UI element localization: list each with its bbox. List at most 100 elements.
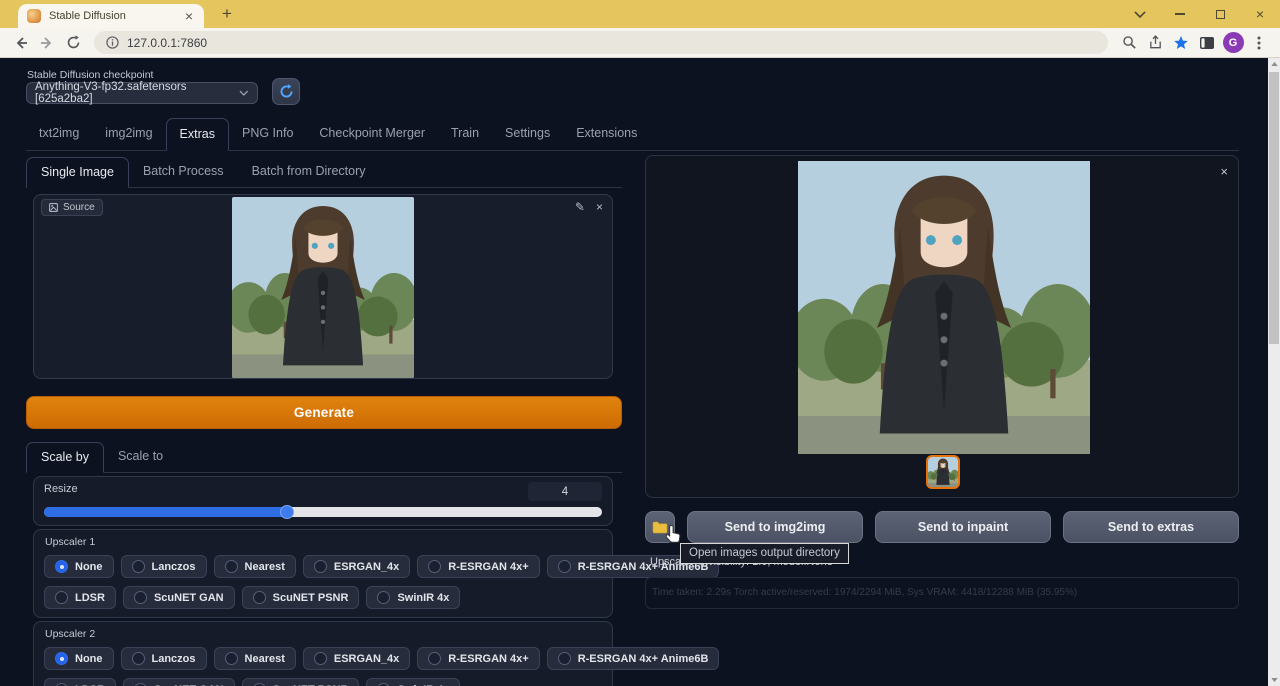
favicon-icon bbox=[27, 9, 41, 23]
upscaler2-panel: Upscaler 2 None Lanczos Nearest ESRGAN_4… bbox=[33, 621, 613, 686]
extras-mode-tabs: Single Image Batch Process Batch from Di… bbox=[26, 157, 622, 188]
upscaler2-option-ldsr[interactable]: LDSR bbox=[44, 678, 116, 686]
upscaler2-option-scunet-gan[interactable]: ScuNET GAN bbox=[123, 678, 235, 686]
browser-toolbar: 127.0.0.1:7860 G bbox=[0, 28, 1280, 58]
upscaler2-option-none[interactable]: None bbox=[44, 647, 114, 670]
reload-icon[interactable] bbox=[60, 30, 86, 56]
radio-icon bbox=[253, 591, 266, 604]
tab-scale-by[interactable]: Scale by bbox=[26, 442, 104, 473]
upscaler1-option-lanczos[interactable]: Lanczos bbox=[121, 555, 207, 578]
url-bar[interactable]: 127.0.0.1:7860 bbox=[94, 31, 1108, 54]
send-to-inpaint-button[interactable]: Send to inpaint bbox=[875, 511, 1051, 543]
checkpoint-label: Stable Diffusion checkpoint bbox=[27, 69, 153, 81]
resize-slider[interactable] bbox=[44, 507, 602, 517]
upscaler1-label: Upscaler 1 bbox=[45, 536, 602, 548]
scroll-up-icon[interactable] bbox=[1268, 58, 1280, 70]
generate-button[interactable]: Generate bbox=[26, 396, 622, 429]
maximize-button[interactable] bbox=[1200, 0, 1240, 28]
upscaler2-option-scunet-psnr[interactable]: ScuNET PSNR bbox=[242, 678, 360, 686]
upscaler1-option-r-esrgan-4x[interactable]: R-ESRGAN 4x+ bbox=[417, 555, 539, 578]
tab-settings[interactable]: Settings bbox=[492, 118, 563, 150]
radio-icon bbox=[225, 652, 238, 665]
radio-icon bbox=[55, 591, 68, 604]
tab-extensions[interactable]: Extensions bbox=[563, 118, 650, 150]
upscaler2-option-r-esrgan-4x-anime6b[interactable]: R-ESRGAN 4x+ Anime6B bbox=[547, 647, 720, 670]
tab-train[interactable]: Train bbox=[438, 118, 492, 150]
image-toolbar: ✎ × bbox=[575, 200, 603, 214]
upscaler1-option-none[interactable]: None bbox=[44, 555, 114, 578]
tab-batch-process[interactable]: Batch Process bbox=[129, 157, 238, 187]
browser-scrollbar[interactable] bbox=[1268, 58, 1280, 686]
chevron-down-icon bbox=[239, 90, 249, 96]
site-info-icon[interactable] bbox=[106, 36, 119, 49]
refresh-checkpoint-button[interactable] bbox=[272, 78, 300, 105]
radio-checked-icon bbox=[55, 560, 68, 573]
send-to-extras-button[interactable]: Send to extras bbox=[1063, 511, 1239, 543]
tab-close-icon[interactable]: × bbox=[183, 9, 195, 23]
upscaler2-option-swinir-4x[interactable]: SwinIR 4x bbox=[366, 678, 460, 686]
tab-checkpoint-merger[interactable]: Checkpoint Merger bbox=[306, 118, 438, 150]
thumbnail-image bbox=[928, 457, 958, 487]
source-badge-label: Source bbox=[63, 202, 95, 213]
radio-icon bbox=[428, 652, 441, 665]
webui-page: Stable Diffusion checkpoint Anything-V3-… bbox=[0, 58, 1268, 686]
resize-number-input[interactable]: 4 bbox=[528, 482, 602, 501]
avatar[interactable]: G bbox=[1220, 30, 1246, 56]
radio-icon bbox=[132, 652, 145, 665]
tab-scale-to[interactable]: Scale to bbox=[104, 442, 177, 472]
upscaler1-option-scunet-gan[interactable]: ScuNET GAN bbox=[123, 586, 235, 609]
back-icon[interactable] bbox=[8, 30, 34, 56]
scale-tabs: Scale by Scale to bbox=[26, 442, 622, 473]
share-icon[interactable] bbox=[1142, 30, 1168, 56]
zoom-icon[interactable] bbox=[1116, 30, 1142, 56]
tab-img2img[interactable]: img2img bbox=[92, 118, 165, 150]
resize-label: Resize bbox=[44, 482, 78, 495]
upscaler2-option-r-esrgan-4x[interactable]: R-ESRGAN 4x+ bbox=[417, 647, 539, 670]
gallery-thumbnail-selected[interactable] bbox=[926, 455, 960, 489]
checkpoint-value: Anything-V3-fp32.safetensors [625a2ba2] bbox=[35, 81, 239, 105]
slider-fill bbox=[44, 507, 287, 517]
upscaler2-option-esrgan-4x[interactable]: ESRGAN_4x bbox=[303, 647, 410, 670]
source-image-dropzone[interactable]: Source ✎ × bbox=[33, 194, 613, 379]
upscaler2-option-nearest[interactable]: Nearest bbox=[214, 647, 296, 670]
upscaler2-option-lanczos[interactable]: Lanczos bbox=[121, 647, 207, 670]
menu-kebab-icon[interactable] bbox=[1246, 30, 1272, 56]
slider-thumb[interactable] bbox=[280, 505, 294, 519]
minimize-button[interactable] bbox=[1160, 0, 1200, 28]
upscaler1-option-scunet-psnr[interactable]: ScuNET PSNR bbox=[242, 586, 360, 609]
edit-pencil-icon[interactable]: ✎ bbox=[575, 200, 585, 214]
radio-icon bbox=[558, 652, 571, 665]
window-controls: × bbox=[1120, 0, 1280, 28]
source-image[interactable] bbox=[232, 197, 414, 378]
upscaler1-option-esrgan-4x[interactable]: ESRGAN_4x bbox=[303, 555, 410, 578]
image-icon bbox=[49, 203, 58, 212]
window-close-button[interactable]: × bbox=[1240, 0, 1280, 28]
upscaler1-option-nearest[interactable]: Nearest bbox=[214, 555, 296, 578]
resize-panel: Resize 4 bbox=[33, 476, 613, 526]
upscaler1-option-ldsr[interactable]: LDSR bbox=[44, 586, 116, 609]
forward-icon[interactable] bbox=[34, 30, 60, 56]
clear-image-icon[interactable]: × bbox=[596, 200, 603, 214]
upscaler1-option-swinir-4x[interactable]: SwinIR 4x bbox=[366, 586, 460, 609]
tab-png-info[interactable]: PNG Info bbox=[229, 118, 306, 150]
bookmark-star-icon[interactable] bbox=[1168, 30, 1194, 56]
side-panel-icon[interactable] bbox=[1194, 30, 1220, 56]
tab-search-icon[interactable] bbox=[1120, 0, 1160, 28]
send-to-img2img-button[interactable]: Send to img2img bbox=[687, 511, 863, 543]
result-gallery: × bbox=[645, 155, 1239, 498]
scrollbar-thumb[interactable] bbox=[1269, 72, 1279, 344]
browser-tab[interactable]: Stable Diffusion × bbox=[18, 4, 204, 28]
radio-icon bbox=[225, 560, 238, 573]
result-image[interactable] bbox=[798, 161, 1090, 454]
performance-text: Time taken: 2.29s Torch active/reserved:… bbox=[652, 587, 1077, 598]
mouse-cursor bbox=[665, 524, 682, 549]
checkpoint-dropdown[interactable]: Anything-V3-fp32.safetensors [625a2ba2] bbox=[26, 82, 258, 104]
tab-single-image[interactable]: Single Image bbox=[26, 157, 129, 188]
tab-batch-from-directory[interactable]: Batch from Directory bbox=[238, 157, 380, 187]
tab-txt2img[interactable]: txt2img bbox=[26, 118, 92, 150]
gallery-close-icon[interactable]: × bbox=[1220, 164, 1228, 179]
new-tab-button[interactable]: + bbox=[216, 3, 238, 25]
scroll-down-icon[interactable] bbox=[1268, 674, 1280, 686]
browser-titlebar: Stable Diffusion × + × bbox=[0, 0, 1280, 28]
radio-icon bbox=[377, 591, 390, 604]
